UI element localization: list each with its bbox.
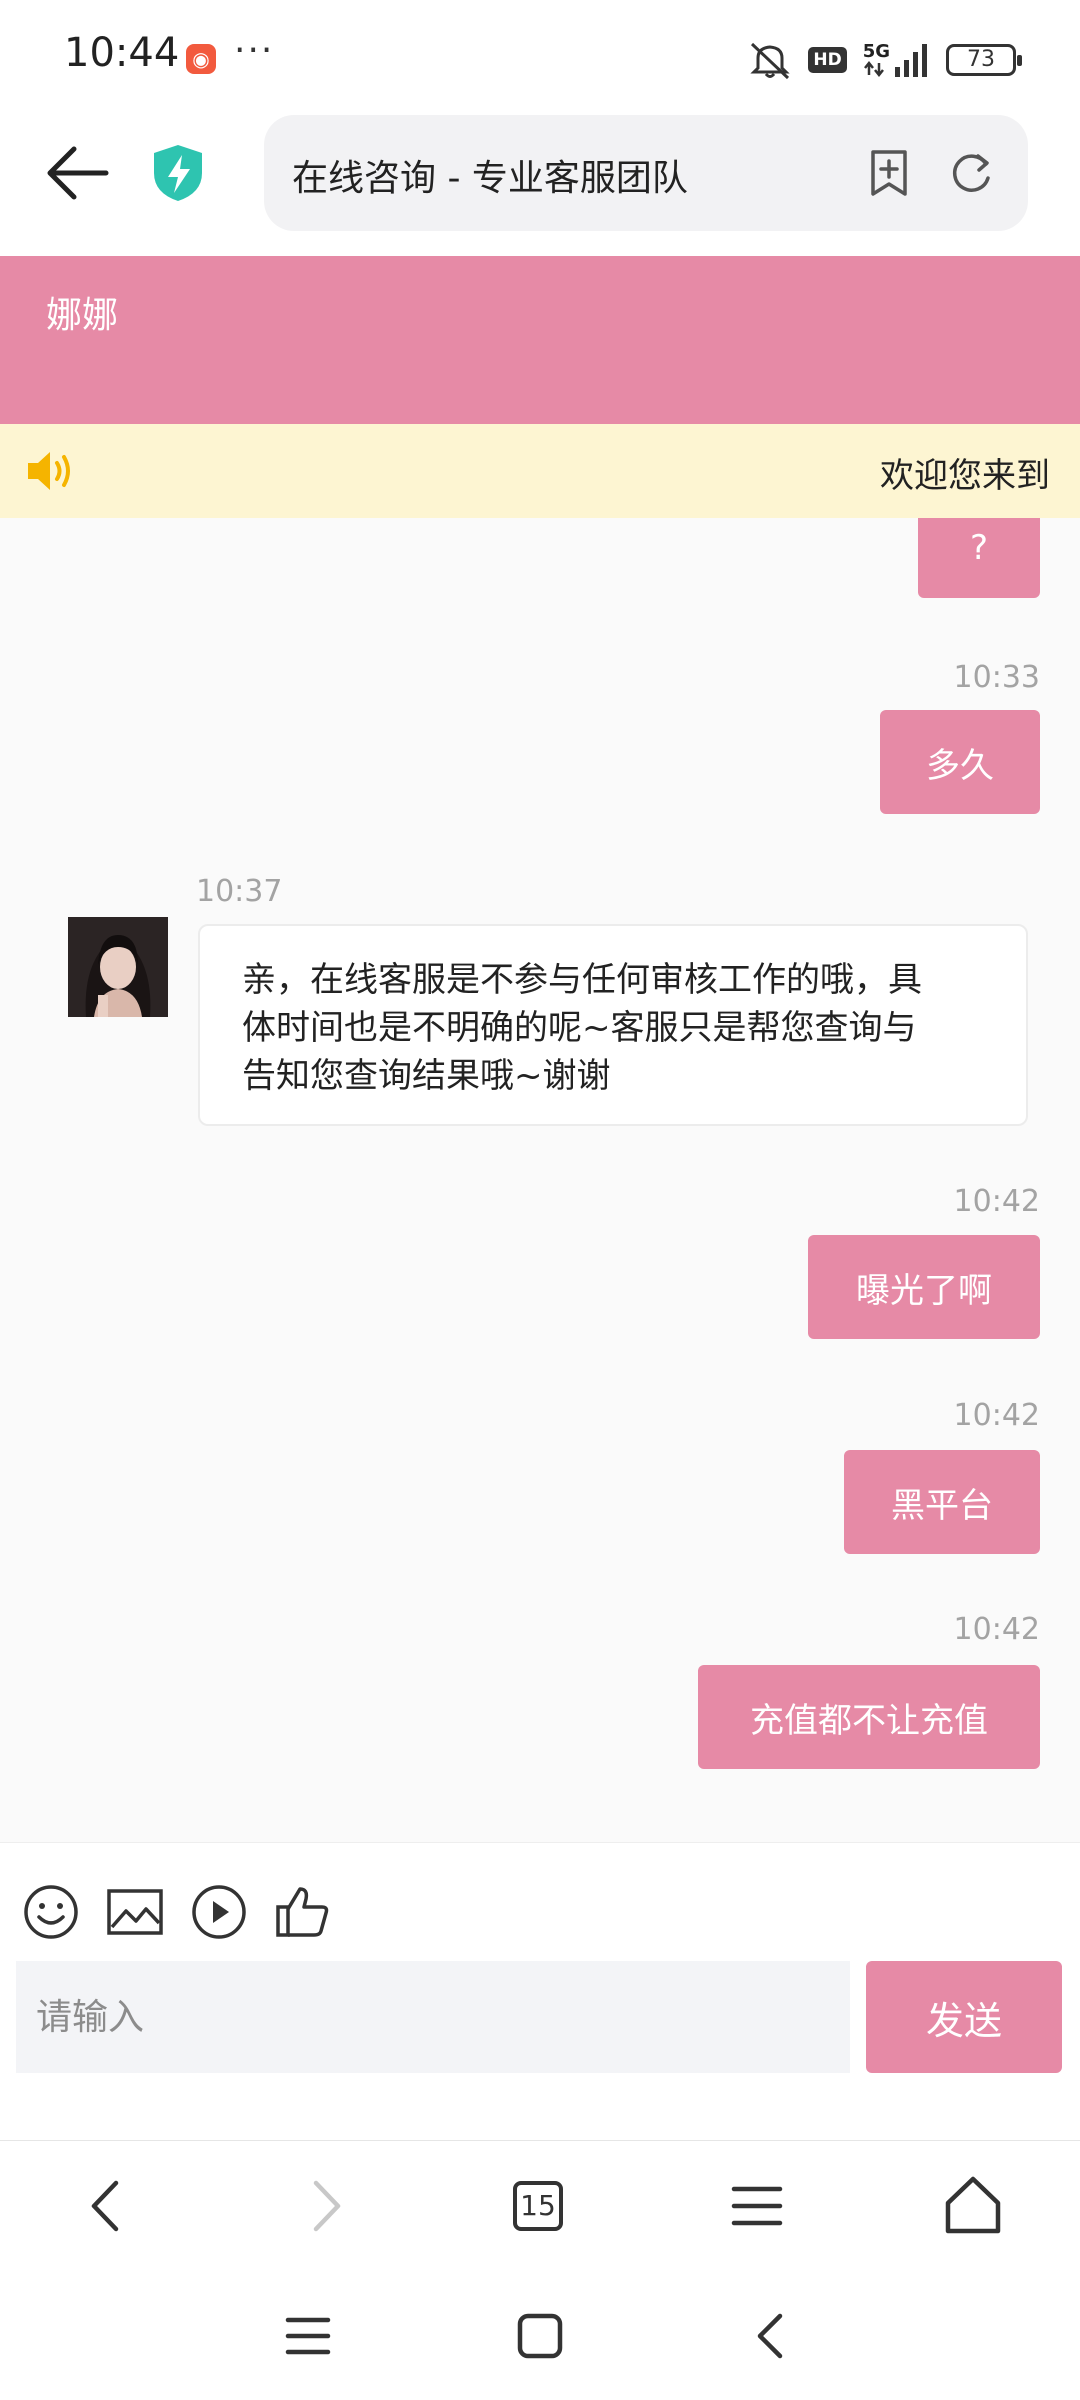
signal-bars-icon [895,44,927,77]
data-arrows-icon [863,61,884,77]
tab-count: 15 [513,2181,563,2231]
send-button[interactable]: 发送 [866,1961,1062,2073]
agent-name: 娜娜 [46,295,119,336]
back-arrow-icon[interactable] [44,145,110,201]
status-bar: 10:44 ◉ ··· HD 5G 73 [0,0,1080,115]
chat-header: 娜娜 [0,256,1080,424]
mute-icon [750,42,790,80]
nav-back-icon[interactable] [72,2171,142,2241]
menu-icon[interactable] [722,2171,792,2241]
system-nav-bar [0,2270,1080,2400]
network-type: 5G [862,41,890,62]
message-time: 10:37 [196,874,283,909]
agent-avatar [68,917,168,1017]
browser-nav-bar: 15 [0,2140,1080,2270]
image-icon[interactable] [106,1883,164,1941]
status-icons: HD 5G 73 [748,38,1022,82]
hd-badge: HD [808,47,847,73]
message-line: 告知您查询结果哦~谢谢 [242,1056,611,1096]
battery-indicator: 73 [946,44,1022,76]
speaker-icon [28,452,70,490]
message-time: 10:42 [953,1184,1040,1219]
nav-forward-icon[interactable] [290,2171,360,2241]
outgoing-message: ? [918,518,1040,598]
notice-bar: 欢迎您来到 [0,424,1080,518]
emoji-icon[interactable] [22,1883,80,1941]
message-line: 体时间也是不明确的呢~客服只是帮您查询与 [242,1008,917,1048]
thumbs-up-icon[interactable] [274,1883,332,1941]
security-shield-icon[interactable] [152,143,204,203]
browser-toolbar: 在线咨询 - 专业客服团队 [0,115,1080,255]
chat-messages: ? 10:33 多久 10:37 亲，在线客服是不参与任何审核工作的哦，具 体时… [0,518,1080,1842]
app-notification-icon: ◉ [186,44,216,74]
message-time: 10:42 [953,1612,1040,1647]
outgoing-message: 曝光了啊 [808,1235,1040,1339]
message-input[interactable] [16,1961,850,2073]
system-home-icon[interactable] [510,2306,570,2366]
message-time: 10:33 [953,660,1040,695]
incoming-message: 亲，在线客服是不参与任何审核工作的哦，具 体时间也是不明确的呢~客服只是帮您查询… [198,924,1028,1126]
video-icon[interactable] [190,1883,248,1941]
add-bookmark-icon[interactable] [864,148,914,198]
address-bar[interactable]: 在线咨询 - 专业客服团队 [264,115,1028,231]
more-notifications-icon: ··· [234,30,275,71]
system-back-icon[interactable] [742,2306,802,2366]
outgoing-message: 多久 [880,710,1040,814]
recent-apps-icon[interactable] [278,2306,338,2366]
reload-icon[interactable] [946,148,996,198]
composer: 发送 [0,1842,1080,2140]
page-title: 在线咨询 - 专业客服团队 [292,158,688,199]
tabs-button[interactable]: 15 [505,2171,575,2241]
home-icon[interactable] [938,2171,1008,2241]
outgoing-message: 充值都不让充值 [698,1665,1040,1769]
status-time: 10:44 [64,30,180,76]
signal-indicator: 5G [863,43,930,77]
message-time: 10:42 [953,1398,1040,1433]
notice-text: 欢迎您来到 [880,456,1050,496]
message-line: 亲，在线客服是不参与任何审核工作的哦，具 [242,960,922,1000]
outgoing-message: 黑平台 [844,1450,1040,1554]
avatar-portrait [68,917,168,1017]
